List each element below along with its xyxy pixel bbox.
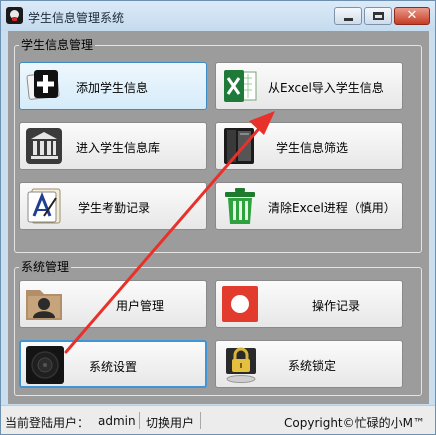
operation-log-label: 操作记录 xyxy=(312,299,361,313)
filter-cabinet-icon xyxy=(224,128,254,164)
window-title: 学生信息管理系统 xyxy=(28,11,125,25)
import-excel-button[interactable]: 从Excel导入学生信息 xyxy=(215,62,403,110)
system-lock-label: 系统锁定 xyxy=(288,359,337,373)
status-bar: 当前登陆用户： admin 切换用户 Copyright©忙碌的小M™ xyxy=(1,405,435,434)
student-management-group: 学生信息管理 添加学生信息 从Excel导入学生信息 进入学生信息库 学生信息筛… xyxy=(14,38,422,253)
system-settings-button[interactable]: 系统设置 xyxy=(19,340,207,388)
enter-library-label: 进入学生信息库 xyxy=(76,141,161,155)
record-icon xyxy=(222,286,258,322)
minimize-icon xyxy=(344,18,353,21)
current-user-value: admin xyxy=(98,414,136,428)
settings-speaker-icon xyxy=(26,346,64,384)
copyright-text: Copyright©忙碌的小M™ xyxy=(284,416,425,430)
client-area: 学生信息管理 添加学生信息 从Excel导入学生信息 进入学生信息库 学生信息筛… xyxy=(8,31,429,404)
status-separator xyxy=(200,412,201,429)
import-excel-label: 从Excel导入学生信息 xyxy=(268,81,384,95)
trash-bin-icon xyxy=(225,188,255,224)
status-separator xyxy=(139,412,140,429)
user-folder-icon xyxy=(26,290,62,320)
padlock-icon xyxy=(226,347,256,383)
current-user-label: 当前登陆用户： xyxy=(5,416,90,430)
clear-excel-process-label: 清除Excel进程（慎用） xyxy=(268,201,396,215)
attendance-label: 学生考勤记录 xyxy=(78,201,151,215)
switch-user-link[interactable]: 切换用户 xyxy=(146,414,194,431)
filter-students-label: 学生信息筛选 xyxy=(276,141,349,155)
add-user-card-icon xyxy=(26,70,60,100)
system-management-group: 系统管理 用户管理 操作记录 系统设置 系统锁定 xyxy=(14,260,422,396)
system-settings-label: 系统设置 xyxy=(89,360,138,374)
close-button[interactable]: ✕ xyxy=(394,7,430,25)
minimize-button[interactable] xyxy=(334,7,362,25)
filter-students-button[interactable]: 学生信息筛选 xyxy=(215,122,403,170)
app-penguin-icon xyxy=(6,7,23,24)
maximize-icon xyxy=(373,12,384,20)
attendance-pen-icon xyxy=(27,188,61,224)
system-lock-button[interactable]: 系统锁定 xyxy=(215,340,403,388)
add-student-button[interactable]: 添加学生信息 xyxy=(19,62,207,110)
student-group-legend: 学生信息管理 xyxy=(19,38,96,52)
enter-library-button[interactable]: 进入学生信息库 xyxy=(19,122,207,170)
operation-log-button[interactable]: 操作记录 xyxy=(215,280,403,328)
excel-icon xyxy=(224,70,257,102)
maximize-button[interactable] xyxy=(364,7,392,25)
attendance-button[interactable]: 学生考勤记录 xyxy=(19,182,207,230)
user-management-button[interactable]: 用户管理 xyxy=(19,280,207,328)
add-student-label: 添加学生信息 xyxy=(76,81,149,95)
user-management-label: 用户管理 xyxy=(116,299,165,313)
library-building-icon xyxy=(26,128,62,164)
main-window: 学生信息管理系统 ✕ 学生信息管理 添加学生信息 从Excel导入学生信息 进入… xyxy=(0,0,436,435)
title-bar[interactable]: 学生信息管理系统 ✕ xyxy=(1,1,435,31)
clear-excel-process-button[interactable]: 清除Excel进程（慎用） xyxy=(215,182,403,230)
system-group-legend: 系统管理 xyxy=(19,260,72,274)
close-icon: ✕ xyxy=(406,8,418,23)
